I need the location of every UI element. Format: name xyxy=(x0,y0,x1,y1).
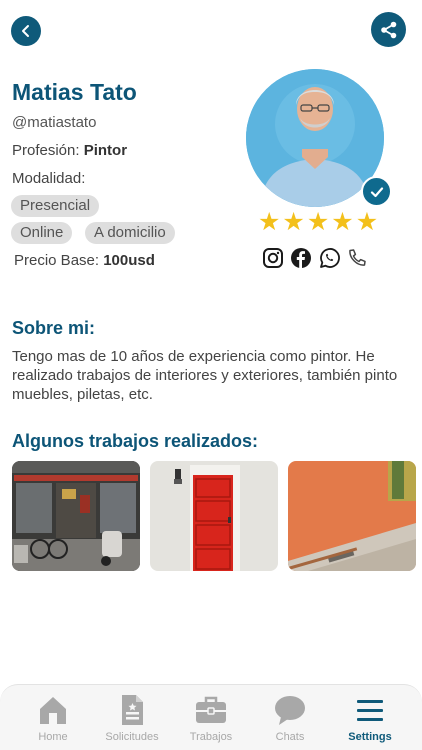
profession-label: Profesión: xyxy=(12,142,80,159)
back-button[interactable] xyxy=(11,16,41,46)
home-icon xyxy=(40,697,66,724)
whatsapp-icon[interactable] xyxy=(318,247,340,269)
work-photo-red-door[interactable] xyxy=(150,461,278,571)
profile-name: Matias Tato xyxy=(12,79,137,105)
profession-row: Profesión: Pintor xyxy=(12,142,127,159)
checkmark-icon xyxy=(370,186,383,197)
modality-chip-domicilio: A domicilio xyxy=(85,222,175,244)
instagram-icon[interactable] xyxy=(262,247,284,269)
nav-solicitudes-label: Solicitudes xyxy=(105,731,159,743)
star-icon: ★ xyxy=(258,208,281,236)
chat-bubble-icon xyxy=(275,696,305,725)
about-text: Tengo mas de 10 años de experiencia como… xyxy=(12,348,398,403)
social-links xyxy=(262,247,368,269)
nav-solicitudes[interactable]: Solicitudes xyxy=(92,685,172,750)
star-icon: ★ xyxy=(306,208,330,236)
bottom-nav: Home Solicitudes Trabajos Chats Settings xyxy=(0,684,422,750)
modality-chip-presencial: Presencial xyxy=(11,195,100,217)
modality-chip-online: Online xyxy=(11,222,73,244)
chevron-left-icon xyxy=(22,25,29,37)
price-label: Precio Base: xyxy=(14,252,100,269)
nav-settings[interactable]: Settings xyxy=(330,685,410,750)
star-icon: ★ xyxy=(331,208,354,236)
document-icon xyxy=(122,695,143,725)
about-title: Sobre mi: xyxy=(12,318,96,338)
nav-trabajos-label: Trabajos xyxy=(189,731,233,743)
work-photo-storefront[interactable] xyxy=(12,461,140,571)
nav-trabajos[interactable]: Trabajos xyxy=(171,685,251,750)
menu-icon xyxy=(357,700,383,721)
rating-stars: ★ ★ ★ ★ ★ xyxy=(258,209,378,235)
phone-icon[interactable] xyxy=(346,247,368,269)
verified-badge xyxy=(361,176,392,207)
facebook-icon[interactable] xyxy=(290,247,312,269)
work-photo-orange-wall[interactable] xyxy=(288,461,416,571)
nav-settings-label: Settings xyxy=(348,731,392,743)
nav-chats-label: Chats xyxy=(275,731,305,743)
star-icon: ★ xyxy=(282,208,305,236)
share-icon xyxy=(380,21,396,38)
modality-label: Modalidad: xyxy=(12,170,86,187)
briefcase-icon xyxy=(196,696,226,723)
star-icon: ★ xyxy=(355,208,379,236)
nav-home[interactable]: Home xyxy=(13,685,93,750)
nav-home-label: Home xyxy=(38,731,68,743)
nav-chats[interactable]: Chats xyxy=(250,685,330,750)
price-row: Precio Base: 100usd xyxy=(14,252,155,269)
profession-value: Pintor xyxy=(83,142,128,159)
works-title: Algunos trabajos realizados: xyxy=(12,431,259,451)
price-value: 100usd xyxy=(103,252,155,269)
profile-handle: @matiastato xyxy=(12,114,97,131)
share-button[interactable] xyxy=(371,12,406,47)
